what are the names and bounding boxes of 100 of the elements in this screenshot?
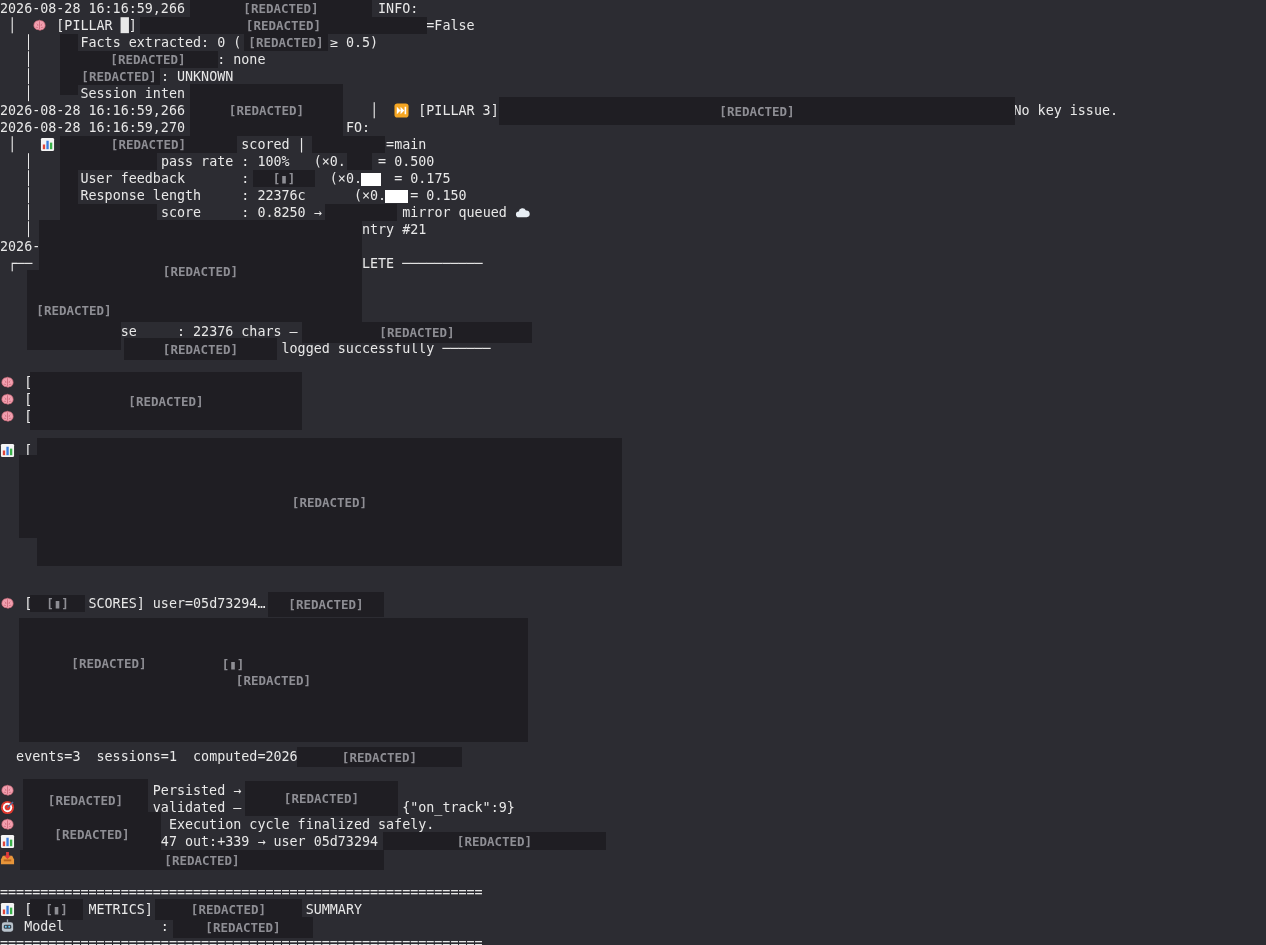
log-text: [ [24,595,33,612]
log-text: ntry #21 [361,221,427,238]
redaction-block: [REDACTED] [268,592,384,617]
log-text: FO: [345,119,370,136]
redaction-block: [REDACTED] [245,781,398,816]
bar-chart-icon [0,902,15,917]
log-text: {"on_track":9} [402,799,515,816]
redaction-block: [▮] [30,899,83,920]
brain-icon [0,409,15,424]
log-text: [ [24,408,33,425]
redaction-block: [REDACTED] [383,832,606,850]
log-text: [ [24,901,33,918]
log-text: Response length : 22376c [80,187,306,204]
redaction-block: [REDACTED] [302,322,532,343]
log-text: : UNKNOWN [160,68,234,85]
redaction-block: [REDACTED] [78,51,218,68]
fast-forward-icon [394,103,410,118]
log-text: Persisted → [152,782,242,799]
robot-icon [0,919,15,934]
redaction-block: [REDACTED] [190,84,343,136]
log-text: (×0. [353,187,387,204]
redaction-block: [REDACTED] [244,34,328,51]
log-text: score : 0.8250 → [160,204,322,221]
log-text: mirror queued [402,204,507,221]
log-text: INFO: [378,0,419,17]
log-text: │ [24,68,33,85]
log-text: │ [24,51,33,68]
brain-icon [0,817,15,832]
log-text: =main [386,136,427,153]
log-text: LETE ────────── [361,255,483,272]
log-text: ┌── [8,255,33,272]
log-text: 2026-08-28 16:16:59,266 [0,102,185,119]
log-text: │ [24,153,33,170]
brain-icon [0,392,15,407]
redaction-block: [REDACTED] [30,372,302,430]
redaction-block: [REDACTED] [78,68,160,85]
redaction-block: [REDACTED] [297,747,462,767]
log-text: = 0.175 [394,170,451,187]
mask-block [385,190,408,203]
log-text: [ [24,391,33,408]
redaction-block: [REDACTED] [173,917,313,938]
log-text: Model : [24,918,169,935]
bar-chart-icon [0,443,15,458]
cloud-icon [514,205,530,220]
log-text: =False [426,17,475,34]
redaction-block: [▮] [221,657,245,671]
log-text: │ [8,136,17,153]
brain-icon [32,18,48,33]
log-text: se : 22376 chars — [120,323,298,340]
log-text: scored | [241,136,306,153]
log-text: │ [24,85,33,102]
log-text: 2026- [0,238,41,255]
log-text: [PILLAR █] [56,17,137,34]
log-text: │ [24,204,33,221]
log-text: SUMMARY [305,901,362,918]
log-text: 47 out:+339 → user 05d73294 [160,833,379,850]
mask-block [361,173,381,186]
log-text: ============================================================ [0,935,483,945]
log-text: Session inten [80,85,185,102]
redaction-block: [REDACTED] [124,338,277,360]
log-text: SCORES] user=05d73294… [88,595,266,612]
brain-icon [0,783,15,798]
log-text: Facts extracted: 0 ( [80,34,242,51]
log-text: │ [24,170,33,187]
log-text: ============================================================ [0,884,483,901]
log-text: User feedback : [80,170,250,187]
target-icon [0,800,15,815]
log-text: ≥ 0.5) [329,34,379,51]
redaction-block: [REDACTED] [190,0,372,17]
redaction-block: [▮] [30,595,85,612]
log-text: METRICS] [88,901,153,918]
log-text: : none [217,51,266,68]
log-text: Execution cycle finalized safely. [168,816,435,833]
bar-chart-icon [40,137,56,152]
log-text: │ [370,102,379,119]
log-text: = 0.150 [410,187,467,204]
brain-icon [0,375,15,390]
log-text: [PILLAR 3] [418,102,499,119]
log-text: (×0. [329,170,362,187]
log-text: │ [24,34,33,51]
redaction-block: [REDACTED] [499,97,1015,125]
redaction-block: [REDACTED] [20,850,384,870]
log-text: 2026-08-28 16:16:59,270 [0,119,185,136]
log-text: logged successfully ────── [281,340,491,357]
redaction-block: [▮] [253,170,315,187]
log-text: = 0.500 [378,153,435,170]
bar-chart-icon [0,834,15,849]
redaction-block: [REDACTED] [37,438,622,566]
log-text: │ [24,221,33,238]
log-text: │ [8,17,17,34]
redaction-block: [REDACTED] [140,17,427,34]
log-text: pass rate : 100% (×0. [160,153,346,170]
log-text: [ [24,374,33,391]
redaction-block: [REDACTED] [27,270,121,350]
log-text: events=3 sessions=1 computed=2026 [16,748,298,765]
inbox-icon [0,851,15,866]
log-text: │ [24,187,33,204]
brain-icon [0,596,15,611]
redaction-block: [REDACTED] [60,136,237,153]
log-text: 2026-08-28 16:16:59,266 [0,0,185,17]
